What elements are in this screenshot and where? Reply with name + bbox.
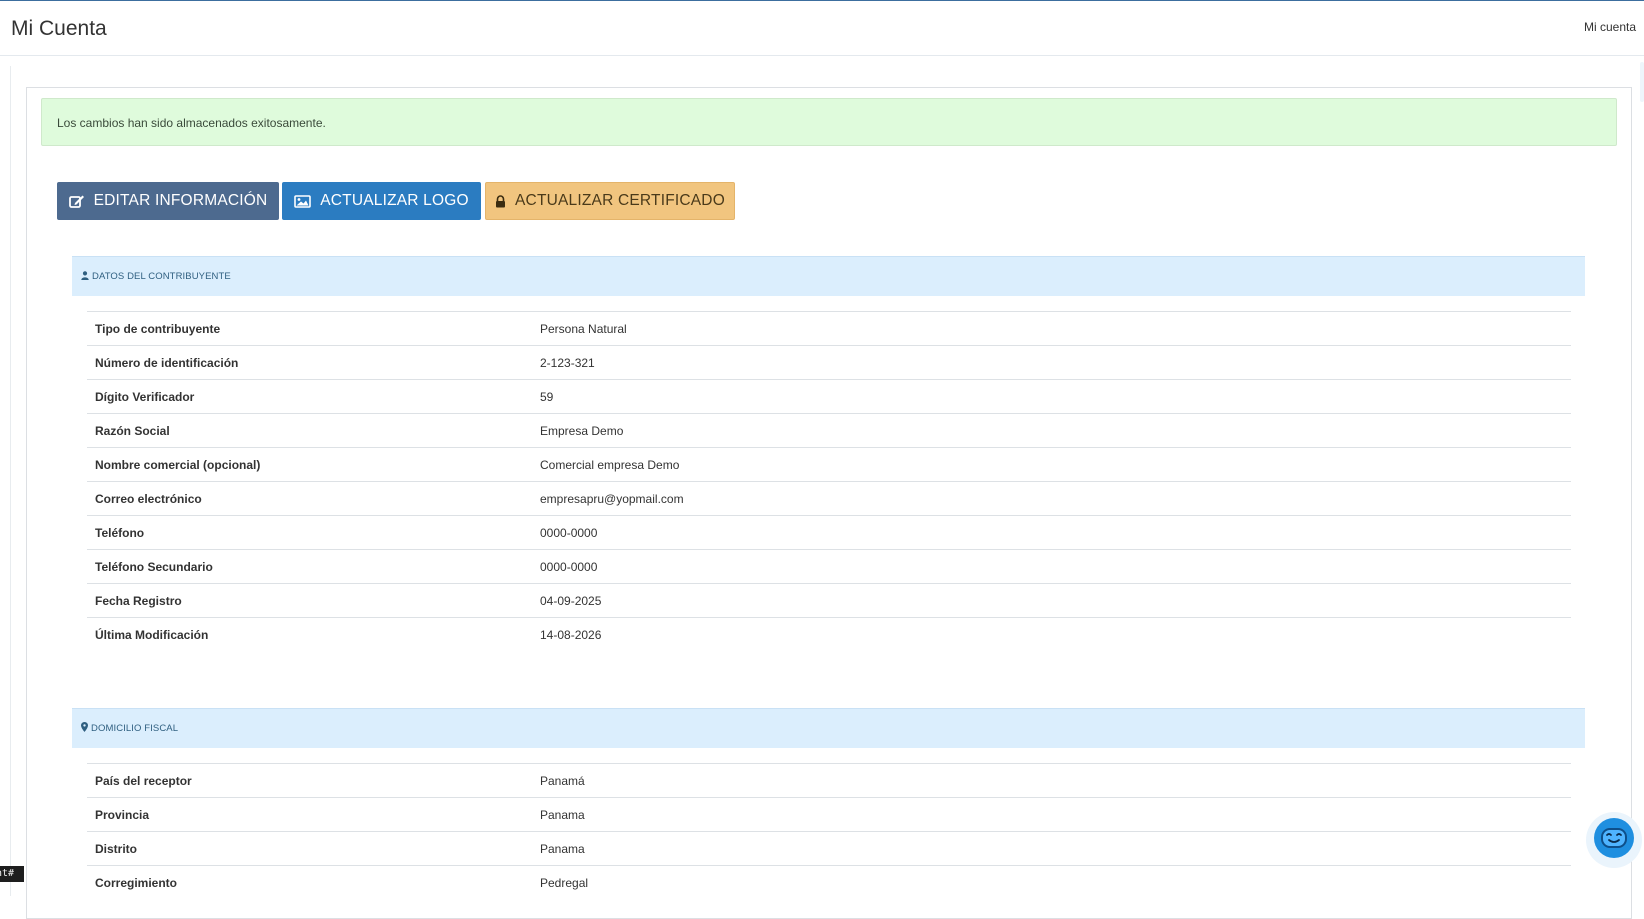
taxpayer-row: Última Modificación 14-08-2026 [87, 617, 1571, 652]
field-label: Fecha Registro [95, 593, 182, 608]
chatbot-icon [1592, 816, 1636, 865]
field-value: Panama [540, 841, 585, 856]
taxpayer-section-title: DATOS DEL CONTRIBUYENTE [92, 271, 231, 282]
field-label: Última Modificación [95, 627, 209, 642]
edit-icon [68, 194, 85, 208]
field-value: 0000-0000 [540, 525, 598, 540]
success-alert-text: Los cambios han sido almacenados exitosa… [57, 116, 326, 130]
field-label: Dígito Verificador [95, 389, 195, 404]
field-label: Distrito [95, 841, 137, 856]
field-value: 04-09-2025 [540, 593, 602, 608]
map-marker-icon [81, 722, 88, 735]
field-label: Nombre comercial (opcional) [95, 457, 261, 472]
field-value: 2-123-321 [540, 355, 595, 370]
update-logo-label: ACTUALIZAR LOGO [320, 192, 469, 209]
taxpayer-row: Teléfono 0000-0000 [87, 515, 1571, 550]
field-label: Teléfono Secundario [95, 559, 213, 574]
taxpayer-row: Nombre comercial (opcional) Comercial emp… [87, 447, 1571, 482]
taxpayer-row: Tipo de contribuyente Persona Natural [87, 311, 1571, 346]
image-icon [294, 194, 312, 208]
field-value: 59 [540, 389, 554, 404]
lock-icon [495, 194, 506, 208]
field-value: Pedregal [540, 875, 589, 890]
update-certificate-label: ACTUALIZAR CERTIFICADO [515, 192, 725, 209]
update-certificate-button[interactable]: ACTUALIZAR CERTIFICADO [485, 182, 735, 220]
user-icon [81, 270, 89, 283]
taxpayer-table: Tipo de contribuyente Persona Natural Núme… [87, 311, 1571, 652]
field-value: empresapru@yopmail.com [540, 491, 684, 506]
taxpayer-row: Dígito Verificador 59 [87, 379, 1571, 414]
field-value: 0000-0000 [540, 559, 598, 574]
scroll-indicator[interactable] [1640, 62, 1644, 102]
field-value: Persona Natural [540, 321, 627, 336]
field-label: Correo electrónico [95, 491, 202, 506]
edit-info-button[interactable]: EDITAR INFORMACIÓN [57, 182, 279, 220]
field-label: Tipo de contribuyente [95, 321, 221, 336]
fiscal-address-section-title: DOMICILIO FISCAL [91, 723, 179, 734]
corner-tag: nt# [0, 866, 24, 882]
fiscal-address-row: Corregimiento Pedregal [87, 865, 1571, 900]
field-value: 14-08-2026 [540, 627, 602, 642]
field-label: Número de identificación [95, 355, 239, 370]
fiscal-address-section-header: DOMICILIO FISCAL [72, 708, 1585, 748]
field-value: Panama [540, 807, 585, 822]
page-title: Mi Cuenta [11, 17, 107, 40]
taxpayer-row: Teléfono Secundario 0000-0000 [87, 549, 1571, 584]
fiscal-address-row: País del receptor Panamá [87, 763, 1571, 798]
update-logo-button[interactable]: ACTUALIZAR LOGO [282, 182, 481, 220]
taxpayer-row: Fecha Registro 04-09-2025 [87, 583, 1571, 618]
field-value: Comercial empresa Demo [540, 457, 680, 472]
taxpayer-row: Correo electrónico empresapru@yopmail.com [87, 481, 1571, 516]
fiscal-address-table: País del receptor Panamá Provincia Panama Di… [87, 763, 1571, 900]
field-label: Corregimiento [95, 875, 178, 890]
taxpayer-row: Razón Social Empresa Demo [87, 413, 1571, 448]
success-alert: Los cambios han sido almacenados exitosa… [41, 98, 1617, 146]
field-label: País del receptor [95, 773, 192, 788]
page-header: Mi Cuenta Mi cuenta [0, 1, 1644, 56]
account-menu-link[interactable]: Mi cuenta [1584, 20, 1636, 34]
fiscal-address-row: Distrito Panama [87, 831, 1571, 866]
taxpayer-row: Número de identificación 2-123-321 [87, 345, 1571, 380]
chatbot-button[interactable] [1586, 812, 1642, 868]
fiscal-address-row: Provincia Panama [87, 797, 1571, 832]
field-label: Provincia [95, 807, 150, 822]
field-value: Empresa Demo [540, 423, 624, 438]
field-value: Panamá [540, 773, 585, 788]
taxpayer-section-header: DATOS DEL CONTRIBUYENTE [72, 256, 1585, 296]
field-label: Teléfono [95, 525, 145, 540]
field-label: Razón Social [95, 423, 170, 438]
edit-info-label: EDITAR INFORMACIÓN [93, 192, 268, 209]
